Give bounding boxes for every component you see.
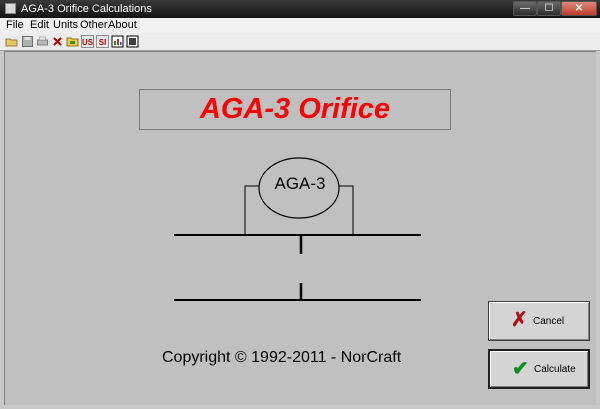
meter-label: AGA-3: [274, 174, 326, 193]
calculate-label: Calculate: [534, 364, 576, 375]
checkmark-icon: ✔: [512, 358, 529, 380]
orifice-diagram: [174, 157, 421, 301]
cancel-x-icon: ✗: [511, 309, 528, 331]
cancel-label: Cancel: [533, 316, 565, 327]
cancel-button[interactable]: ✗ Cancel: [488, 301, 590, 341]
calculate-button[interactable]: ✔ Calculate: [488, 349, 590, 389]
copyright-text: Copyright © 1992-2011 - NorCraft: [162, 349, 402, 366]
